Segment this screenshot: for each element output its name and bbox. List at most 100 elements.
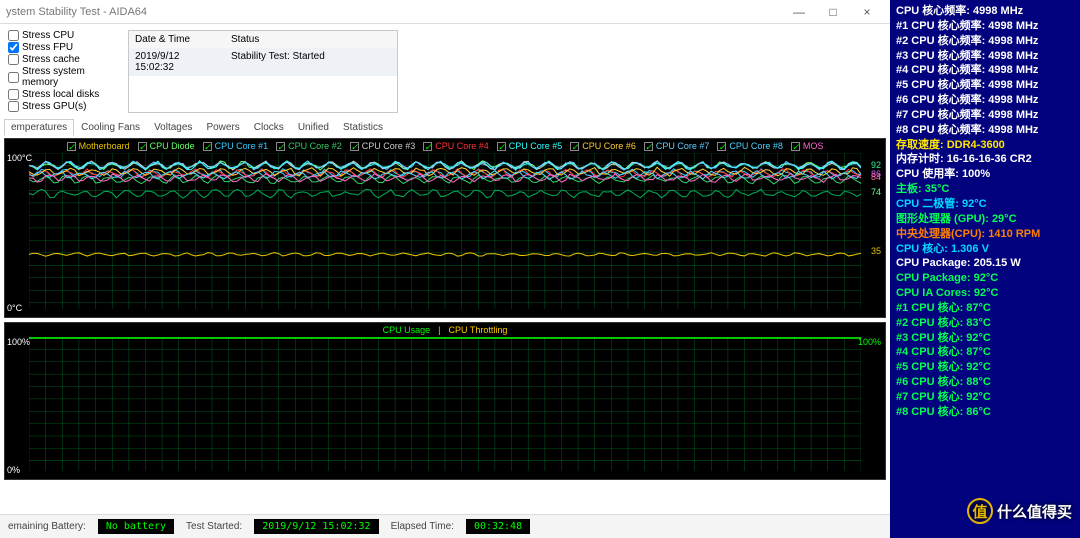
tab-cooling-fans[interactable]: Cooling Fans [74, 119, 147, 136]
osd-row: 存取速度: DDR4-3600 [896, 138, 1074, 153]
legend-item[interactable]: CPU Core #6 [570, 141, 636, 151]
stress-option[interactable]: Stress GPU(s) [8, 101, 118, 112]
stress-checkbox[interactable] [8, 89, 19, 100]
legend-label: CPU Core #6 [582, 141, 636, 151]
stress-label: Stress cache [22, 54, 80, 65]
main-window: ystem Stability Test - AIDA64 — □ × Stre… [0, 0, 890, 538]
osd-row: #3 CPU 核心: 92°C [896, 331, 1074, 346]
stress-option[interactable]: Stress CPU [8, 30, 118, 41]
legend-label: CPU Core #3 [362, 141, 416, 151]
sidebar-osd: CPU 核心频率: 4998 MHz#1 CPU 核心频率: 4998 MHz#… [890, 0, 1080, 538]
stress-label: Stress local disks [22, 89, 99, 100]
stress-checkbox[interactable] [8, 30, 19, 41]
temperature-chart: Motherboard CPU Diode CPU Core #1 CPU Core … [4, 138, 886, 318]
legend-label: CPU Core #4 [435, 141, 489, 151]
legend-checkbox-icon [276, 142, 285, 151]
usage-chart: CPU Usage | CPU Throttling 100% 0% 100% [4, 322, 886, 480]
osd-row: #2 CPU 核心: 83°C [896, 316, 1074, 331]
osd-row: #7 CPU 核心频率: 4998 MHz [896, 108, 1074, 123]
legend-item[interactable]: CPU Core #4 [423, 141, 489, 151]
battery-value: No battery [98, 519, 174, 534]
titlebar[interactable]: ystem Stability Test - AIDA64 — □ × [0, 0, 890, 24]
legend-item[interactable]: Motherboard [67, 141, 130, 151]
legend-checkbox-icon [497, 142, 506, 151]
legend-label: CPU Diode [150, 141, 195, 151]
osd-row: #2 CPU 核心频率: 4998 MHz [896, 34, 1074, 49]
osd-row: #4 CPU 核心: 87°C [896, 345, 1074, 360]
temp-right-label: 84 [871, 172, 881, 182]
tab-voltages[interactable]: Voltages [147, 119, 199, 136]
osd-row: #5 CPU 核心频率: 4998 MHz [896, 78, 1074, 93]
osd-row: #1 CPU 核心: 87°C [896, 301, 1074, 316]
legend-checkbox-icon [717, 142, 726, 151]
log-header-status[interactable]: Status [225, 31, 397, 48]
osd-row: CPU Package: 92°C [896, 271, 1074, 286]
started-value: 2019/9/12 15:02:32 [254, 519, 378, 534]
stress-checkbox[interactable] [8, 54, 19, 65]
tab-unified[interactable]: Unified [291, 119, 336, 136]
legend-checkbox-icon [644, 142, 653, 151]
stress-checkbox[interactable] [8, 101, 19, 112]
watermark-text: 什么值得买 [997, 501, 1072, 522]
window-title: ystem Stability Test - AIDA64 [6, 6, 147, 18]
legend-checkbox-icon [138, 142, 147, 151]
legend-item[interactable]: CPU Diode [138, 141, 195, 151]
osd-row: CPU 核心: 1.306 V [896, 242, 1074, 257]
legend-label: CPU Core #7 [656, 141, 710, 151]
temp-axis-0: 0°C [7, 303, 22, 313]
elapsed-label: Elapsed Time: [391, 521, 454, 532]
legend-item[interactable]: CPU Core #5 [497, 141, 563, 151]
legend-label: CPU Core #1 [215, 141, 269, 151]
watermark: 值 什么值得买 [967, 498, 1072, 524]
tab-clocks[interactable]: Clocks [247, 119, 291, 136]
stress-option[interactable]: Stress local disks [8, 89, 118, 100]
legend-label: CPU Core #8 [729, 141, 783, 151]
minimize-button[interactable]: — [782, 1, 816, 23]
temp-right-label: 35 [871, 246, 881, 256]
osd-row: #5 CPU 核心: 92°C [896, 360, 1074, 375]
log-header-date[interactable]: Date & Time [129, 31, 225, 48]
tab-statistics[interactable]: Statistics [336, 119, 390, 136]
legend-checkbox-icon [350, 142, 359, 151]
legend-cpu-throttling: CPU Throttling [449, 325, 508, 335]
stress-options: Stress CPUStress FPUStress cacheStress s… [8, 30, 118, 113]
legend-item[interactable]: CPU Core #2 [276, 141, 342, 151]
event-log: Date & Time Status 2019/9/12 15:02:32 St… [128, 30, 398, 113]
stress-option[interactable]: Stress system memory [8, 66, 118, 88]
legend-label: CPU Core #2 [288, 141, 342, 151]
stress-option[interactable]: Stress cache [8, 54, 118, 65]
legend-item[interactable]: CPU Core #7 [644, 141, 710, 151]
stress-checkbox[interactable] [8, 42, 19, 53]
tab-powers[interactable]: Powers [199, 119, 246, 136]
osd-row: CPU 使用率: 100% [896, 167, 1074, 182]
battery-label: emaining Battery: [8, 521, 86, 532]
stress-label: Stress FPU [22, 42, 73, 53]
legend-label: MOS [803, 141, 824, 151]
osd-row: #7 CPU 核心: 92°C [896, 390, 1074, 405]
top-panel: Stress CPUStress FPUStress cacheStress s… [0, 24, 890, 119]
legend-checkbox-icon [67, 142, 76, 151]
stress-checkbox[interactable] [8, 72, 19, 83]
temp-legend: Motherboard CPU Diode CPU Core #1 CPU Core … [5, 141, 885, 151]
legend-item[interactable]: CPU Core #3 [350, 141, 416, 151]
osd-row: #6 CPU 核心频率: 4998 MHz [896, 93, 1074, 108]
tab-emperatures[interactable]: emperatures [4, 119, 74, 136]
legend-item[interactable]: CPU Core #8 [717, 141, 783, 151]
osd-row: CPU 核心频率: 4998 MHz [896, 4, 1074, 19]
osd-row: CPU Package: 205.15 W [896, 256, 1074, 271]
osd-row: 主板: 35°C [896, 182, 1074, 197]
stress-label: Stress CPU [22, 30, 74, 41]
stress-option[interactable]: Stress FPU [8, 42, 118, 53]
usage-legend: CPU Usage | CPU Throttling [5, 325, 885, 335]
close-button[interactable]: × [850, 1, 884, 23]
legend-label: CPU Core #5 [509, 141, 563, 151]
osd-row: 图形处理器 (GPU): 29°C [896, 212, 1074, 227]
maximize-button[interactable]: □ [816, 1, 850, 23]
legend-item[interactable]: MOS [791, 141, 824, 151]
temp-plot [29, 153, 861, 309]
watermark-icon: 值 [967, 498, 993, 524]
usage-axis-100: 100% [7, 337, 30, 347]
legend-item[interactable]: CPU Core #1 [203, 141, 269, 151]
legend-checkbox-icon [203, 142, 212, 151]
log-row[interactable]: 2019/9/12 15:02:32 Stability Test: Start… [129, 48, 397, 76]
